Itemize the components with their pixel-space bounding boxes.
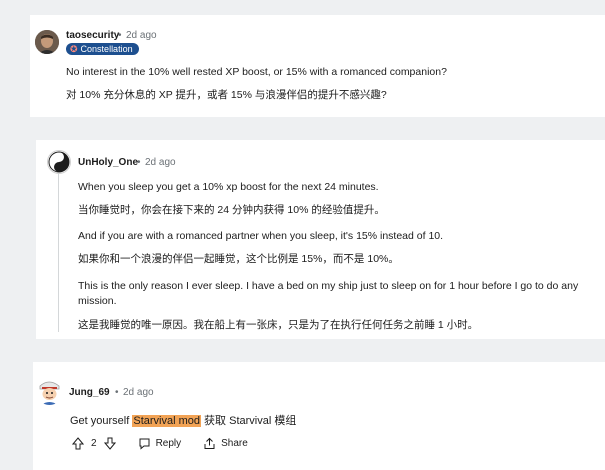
comment-body-prefix: Get yourself bbox=[70, 415, 133, 427]
comment-body-zh: 对 10% 充分休息的 XP 提升，或者 15% 与浪漫伴侣的提升不感兴趣? bbox=[66, 89, 387, 101]
comment-username[interactable]: taosecurity bbox=[66, 30, 119, 41]
comment-separator: • bbox=[137, 157, 141, 168]
comment-username[interactable]: UnHoly_One bbox=[78, 157, 138, 168]
avatar-taosecurity[interactable] bbox=[35, 30, 59, 54]
comment-timestamp[interactable]: 2d ago bbox=[126, 30, 157, 41]
vote-group: 2 bbox=[72, 437, 116, 450]
comment-timestamp[interactable]: 2d ago bbox=[123, 387, 154, 398]
comment-paragraph-zh: 这是我睡觉的唯一原因。我在船上有一张床，只是为了在执行任何任务之前睡 1 小时。 bbox=[78, 319, 479, 331]
vote-count: 2 bbox=[91, 438, 97, 449]
reply-label: Reply bbox=[155, 438, 182, 449]
share-label: Share bbox=[221, 438, 248, 449]
downvote-icon[interactable] bbox=[103, 437, 116, 450]
user-flair: ✪ Constellation bbox=[66, 43, 139, 55]
reply-button[interactable]: Reply bbox=[138, 437, 182, 450]
comment-paragraph-zh: 当你睡觉时，你会在接下来的 24 分钟内获得 10% 的经验值提升。 bbox=[78, 204, 385, 216]
comment-paragraph-zh: 如果你和一个浪漫的伴侣一起睡觉，这个比例是 15%，而不是 10%。 bbox=[78, 253, 399, 265]
comment-paragraph-en: This is the only reason I ever sleep. I … bbox=[78, 280, 579, 307]
comment-username[interactable]: Jung_69 bbox=[69, 387, 110, 398]
comment-body-suffix: 获取 Starvival 模组 bbox=[201, 415, 297, 427]
upvote-icon[interactable] bbox=[72, 437, 84, 450]
share-icon bbox=[203, 437, 216, 450]
avatar-unholy-one[interactable] bbox=[47, 150, 71, 174]
comment-body-en: No interest in the 10% well rested XP bo… bbox=[66, 66, 447, 78]
comment-separator: • bbox=[115, 387, 119, 398]
thread-line[interactable] bbox=[58, 172, 59, 332]
avatar-jung-69[interactable] bbox=[36, 378, 63, 405]
starvival-mod-link[interactable]: Starvival mod bbox=[132, 415, 201, 427]
flair-label: Constellation bbox=[80, 44, 133, 54]
comment-separator: • bbox=[118, 30, 122, 41]
share-button[interactable]: Share bbox=[203, 437, 248, 450]
reply-icon bbox=[138, 437, 151, 450]
comment-timestamp[interactable]: 2d ago bbox=[145, 157, 176, 168]
comment-paragraph-en: And if you are with a romanced partner w… bbox=[78, 230, 444, 242]
constellation-icon: ✪ bbox=[70, 44, 78, 54]
comment-body: Get yourself Starvival mod 获取 Starvival … bbox=[70, 412, 296, 428]
comment-actions: 2 Reply Share bbox=[72, 437, 270, 450]
comment-paragraph-en: When you sleep you get a 10% xp boost fo… bbox=[78, 181, 379, 193]
